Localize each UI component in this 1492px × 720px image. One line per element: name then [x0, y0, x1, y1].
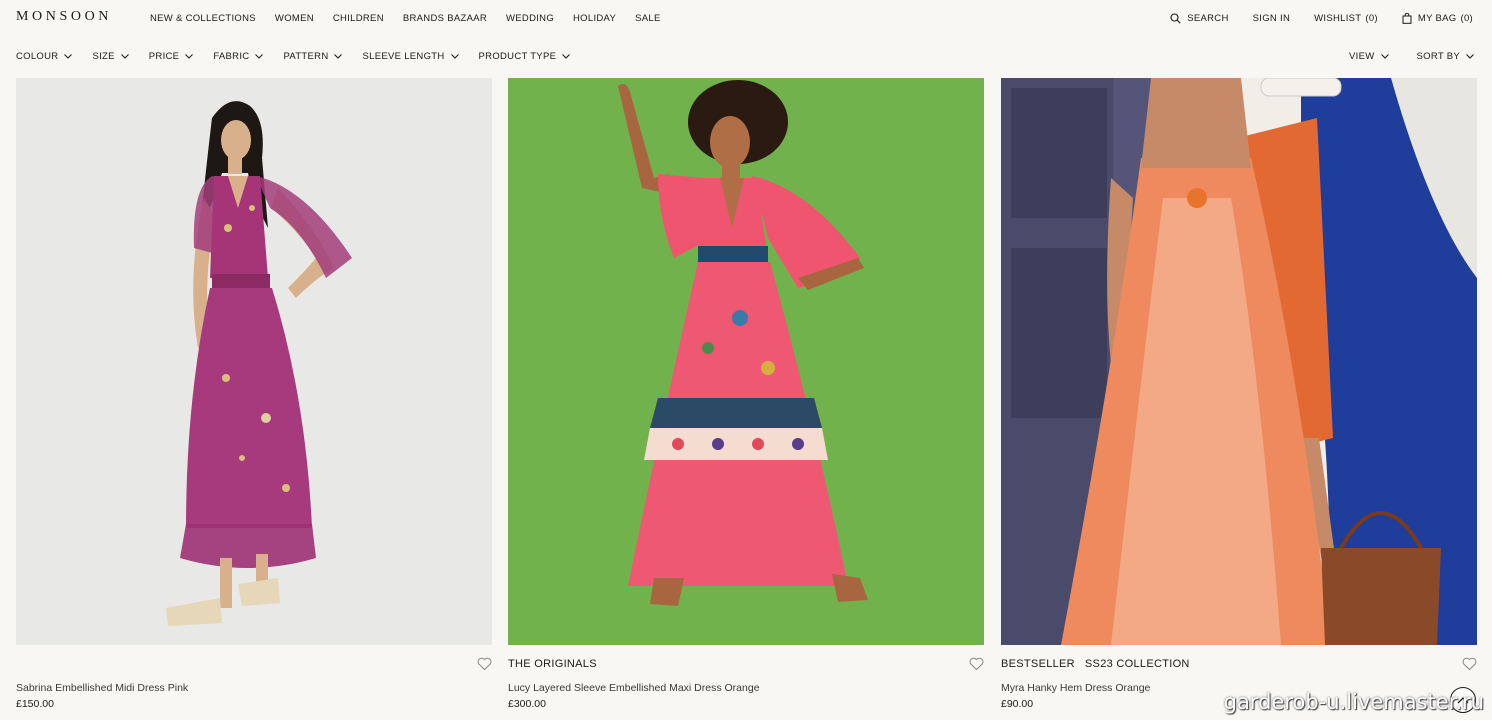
- main-nav: NEW & COLLECTIONS WOMEN CHILDREN BRANDS …: [150, 13, 680, 24]
- view-dropdown[interactable]: VIEW: [1349, 51, 1389, 62]
- product-price: £90.00: [1001, 698, 1034, 710]
- filter-label: PATTERN: [283, 51, 329, 62]
- wishlist-label: WISHLIST: [1314, 13, 1362, 24]
- product-tags: BESTSELLER SS23 COLLECTION: [1001, 658, 1200, 670]
- filter-list: COLOUR SIZE PRICE FABRIC PATTERN SLEEVE …: [16, 51, 590, 62]
- chevron-down-icon: [334, 54, 343, 59]
- filter-fabric[interactable]: FABRIC: [213, 51, 264, 62]
- filter-size[interactable]: SIZE: [92, 51, 129, 62]
- filter-pattern[interactable]: PATTERN: [283, 51, 343, 62]
- model-orange-print-dress-illustration: [1001, 78, 1477, 645]
- utility-nav: SEARCH SIGN IN WISHLIST (0) MY BAG (0): [1146, 13, 1473, 24]
- chevron-down-icon: [450, 54, 459, 59]
- product-price: £300.00: [508, 698, 546, 710]
- product-name[interactable]: Sabrina Embellished Midi Dress Pink: [16, 682, 188, 694]
- model-coral-maxi-dress-illustration: [508, 78, 984, 645]
- bag-label: MY BAG: [1417, 13, 1457, 24]
- view-label: VIEW: [1349, 51, 1375, 62]
- nav-wedding[interactable]: WEDDING: [506, 13, 554, 24]
- sort-dropdown[interactable]: SORT BY: [1417, 51, 1474, 62]
- nav-new-collections[interactable]: NEW & COLLECTIONS: [150, 13, 256, 24]
- wishlist-count: (0): [1365, 13, 1378, 24]
- filter-label: SIZE: [92, 51, 115, 62]
- search-label: SEARCH: [1187, 13, 1229, 24]
- product-name[interactable]: Myra Hanky Hem Dress Orange: [1001, 682, 1150, 694]
- product-price: £150.00: [16, 698, 54, 710]
- brand-logo[interactable]: MONSOON: [16, 9, 112, 25]
- chevron-down-icon: [1466, 54, 1474, 59]
- nav-women[interactable]: WOMEN: [275, 13, 314, 24]
- search-icon: [1170, 13, 1181, 24]
- product-card: Sabrina Embellished Midi Dress Pink £150…: [16, 78, 492, 710]
- product-card: BESTSELLER SS23 COLLECTION Myra Hanky He…: [1001, 78, 1477, 710]
- filter-label: PRICE: [148, 51, 180, 62]
- product-tag: THE ORIGINALS: [508, 658, 597, 670]
- filter-product-type[interactable]: PRODUCT TYPE: [479, 51, 571, 62]
- filter-sleeve-length[interactable]: SLEEVE LENGTH: [362, 51, 459, 62]
- chevron-down-icon: [255, 54, 264, 59]
- sign-in-label: SIGN IN: [1252, 13, 1291, 24]
- chevron-down-icon: [185, 54, 194, 59]
- wishlist-heart-icon[interactable]: [969, 657, 984, 671]
- chevron-down-icon: [120, 54, 129, 59]
- watermark-text: garderob-u.livemaster.ru: [1223, 690, 1484, 714]
- chevron-down-icon: [64, 54, 73, 59]
- nav-children[interactable]: CHILDREN: [333, 13, 384, 24]
- product-name[interactable]: Lucy Layered Sleeve Embellished Maxi Dre…: [508, 682, 760, 694]
- filter-label: COLOUR: [16, 51, 59, 62]
- filter-bar: COLOUR SIZE PRICE FABRIC PATTERN SLEEVE …: [0, 47, 1492, 67]
- chevron-down-icon: [562, 54, 571, 59]
- product-tag: BESTSELLER: [1001, 658, 1075, 670]
- wishlist-heart-icon[interactable]: [1462, 657, 1477, 671]
- wishlist-link[interactable]: WISHLIST (0): [1314, 13, 1378, 24]
- product-tag: SS23 COLLECTION: [1084, 658, 1190, 670]
- filter-label: SLEEVE LENGTH: [362, 51, 445, 62]
- bag-count: (0): [1460, 13, 1473, 24]
- product-tags: THE ORIGINALS: [508, 658, 607, 670]
- nav-sale[interactable]: SALE: [635, 13, 661, 24]
- bag-icon: [1402, 13, 1412, 24]
- nav-holiday[interactable]: HOLIDAY: [573, 13, 616, 24]
- search-button[interactable]: SEARCH: [1170, 13, 1228, 24]
- filter-colour[interactable]: COLOUR: [16, 51, 73, 62]
- filter-label: FABRIC: [213, 51, 250, 62]
- bag-link[interactable]: MY BAG (0): [1402, 13, 1473, 24]
- site-header: MONSOON NEW & COLLECTIONS WOMEN CHILDREN…: [0, 0, 1492, 38]
- chevron-down-icon: [1380, 54, 1389, 59]
- filter-label: PRODUCT TYPE: [478, 51, 557, 62]
- product-card: THE ORIGINALS Lucy Layered Sleeve Embell…: [508, 78, 984, 710]
- product-image[interactable]: [1001, 78, 1477, 645]
- product-image[interactable]: [16, 78, 492, 645]
- sign-in-link[interactable]: SIGN IN: [1253, 13, 1290, 24]
- sort-label: SORT BY: [1416, 51, 1460, 62]
- view-controls: VIEW SORT BY: [1321, 51, 1474, 62]
- filter-price[interactable]: PRICE: [149, 51, 194, 62]
- product-image[interactable]: [508, 78, 984, 645]
- nav-brands-bazaar[interactable]: BRANDS BAZAAR: [403, 13, 487, 24]
- model-pink-dress-illustration: [16, 78, 492, 645]
- wishlist-heart-icon[interactable]: [477, 657, 492, 671]
